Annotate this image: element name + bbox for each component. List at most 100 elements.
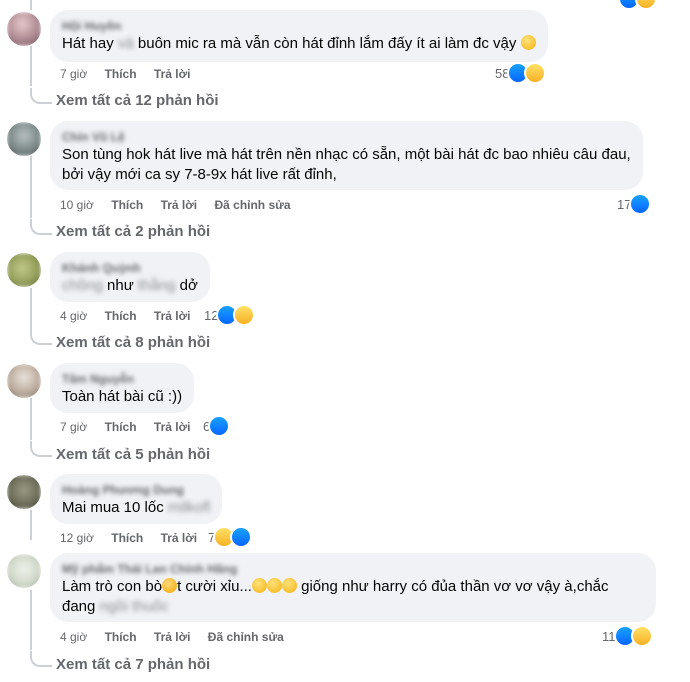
thread-line [30, 510, 32, 540]
comment-actions: 12 giờ Thích Trả lời [60, 530, 211, 546]
laughing-emoji-icon [281, 578, 297, 593]
comment-text-line: Son tùng hok hát live mà hát trên nền nh… [62, 146, 631, 163]
smirk-emoji-icon [162, 578, 178, 593]
like-link[interactable]: Thích [105, 629, 137, 645]
comment-bubble: Tâm Nguyễn Toàn hát bài cũ :)) [50, 363, 195, 413]
comment-actions: 7 giờ Thích Trả lời [60, 66, 204, 82]
reaction-summary[interactable]: 17 [617, 193, 652, 215]
comment-text: chồng như thằng dở [62, 276, 198, 296]
comment-time[interactable]: 7 giờ [60, 66, 87, 82]
thread-connector [30, 219, 52, 235]
comment-time[interactable]: 12 giờ [60, 530, 94, 546]
reply-link[interactable]: Trả lời [161, 530, 198, 546]
avatar[interactable] [7, 475, 41, 509]
like-link[interactable]: Thích [105, 419, 137, 435]
thread-line [30, 46, 32, 86]
comment-text-blurred: thằng [137, 277, 176, 294]
reply-link[interactable]: Trả lời [154, 419, 191, 435]
comment-text: Hát hay và buôn mic ra mà vẫn còn hát đỉ… [62, 34, 536, 54]
thread-line [30, 156, 32, 218]
commenter-name[interactable]: Mỹ phẩm Thái Lan Chính Hãng [62, 561, 644, 577]
comment-time[interactable]: 4 giờ [60, 308, 87, 324]
comment-text: Làm trò con bò t cười xỉu... giống như ha… [62, 577, 644, 617]
comment-text-line: đang ngồi thuốc [62, 597, 644, 617]
comment-text-part: dở [175, 277, 198, 294]
avatar-image [7, 364, 41, 398]
comment-time[interactable]: 4 giờ [60, 629, 87, 645]
comment-text-part: như [102, 277, 138, 294]
thread-line [30, 590, 32, 650]
comment-text-part: Mai mua 10 lốc [62, 499, 168, 516]
avatar-image [7, 122, 41, 156]
comment-text-line: Làm trò con bò t cười xỉu... giống như ha… [62, 577, 644, 597]
reply-link[interactable]: Trả lời [154, 629, 191, 645]
reaction-summary[interactable]: 7 [208, 526, 253, 548]
reaction-summary[interactable] [618, 0, 657, 10]
thread-line [30, 0, 32, 10]
view-replies-link[interactable]: Xem tất cả 12 phản hồi [56, 91, 219, 111]
comment-text-part: buôn mic ra mà vẫn còn hát đỉnh lắm đấy … [133, 35, 517, 52]
reply-link[interactable]: Trả lời [161, 197, 198, 213]
commenter-name[interactable]: Hoàng Phương Dung [62, 482, 210, 498]
thread-connector [30, 88, 52, 104]
like-reaction-icon [230, 526, 253, 548]
view-replies-link[interactable]: Xem tất cả 7 phản hồi [56, 655, 210, 675]
thread-connector [30, 329, 52, 345]
comment-text: Son tùng hok hát live mà hát trên nền nh… [62, 145, 631, 185]
avatar[interactable] [7, 12, 41, 46]
comment-text-part: đang [62, 598, 100, 615]
view-replies-link[interactable]: Xem tất cả 5 phản hồi [56, 445, 210, 465]
like-link[interactable]: Thích [105, 308, 137, 324]
avatar[interactable] [7, 122, 41, 156]
like-reaction-icon [208, 415, 231, 437]
comment-actions: 4 giờ Thích Trả lời [60, 308, 204, 324]
comment-time[interactable]: 7 giờ [60, 419, 87, 435]
comment-time[interactable]: 10 giờ [60, 197, 94, 213]
haha-reaction-icon [630, 625, 653, 647]
reaction-summary[interactable]: 11 [602, 625, 653, 647]
thread-connector [30, 441, 52, 457]
like-link[interactable]: Thích [111, 530, 143, 546]
comment-text-blurred: chồng [62, 277, 103, 294]
comment-bubble: Hội Huyền Hát hay và buôn mic ra mà vẫn … [50, 10, 548, 62]
reaction-summary[interactable]: 6 [203, 415, 231, 437]
view-replies-link[interactable]: Xem tất cả 2 phản hồi [56, 222, 210, 242]
reaction-summary[interactable]: 58 [495, 62, 547, 84]
commenter-name[interactable]: Hội Huyền [62, 18, 536, 34]
laughing-emoji-icon [266, 578, 282, 593]
comment-actions: 10 giờ Thích Trả lời Đã chỉnh sửa [60, 197, 305, 213]
comment-text-part: t cười xỉu... [177, 578, 252, 595]
comment-text-blurred: và [117, 35, 134, 52]
commenter-name[interactable]: Khánh Quỳnh [62, 260, 198, 276]
thread-connector [30, 651, 52, 667]
like-link[interactable]: Thích [111, 197, 143, 213]
comment-text: Mai mua 10 lốc milkofl [62, 498, 210, 518]
comment-text-part: Làm trò con bò [62, 578, 163, 595]
haha-reaction-icon [524, 62, 547, 84]
reply-link[interactable]: Trả lời [154, 308, 191, 324]
edited-label: Đã chỉnh sửa [214, 198, 291, 212]
avatar-image [7, 475, 41, 509]
reaction-summary[interactable]: 12 [204, 304, 256, 326]
view-replies-link[interactable]: Xem tất cả 8 phản hồi [56, 333, 210, 353]
comment-actions: 4 giờ Thích Trả lời Đã chỉnh sửa [60, 629, 298, 645]
like-link[interactable]: Thích [105, 66, 137, 82]
rofl-emoji-icon [520, 35, 536, 50]
comment-text-part: giống như harry có đủa thần vơ vơ vậy à,… [296, 578, 609, 595]
commenter-name[interactable]: Tâm Nguyễn [62, 371, 182, 387]
comment-text-part: Hát hay [62, 35, 118, 52]
reply-link[interactable]: Trả lời [154, 66, 191, 82]
haha-reaction-icon [635, 0, 657, 10]
comment-bubble: Hoàng Phương Dung Mai mua 10 lốc milkofl [50, 474, 223, 524]
commenter-name[interactable]: Chín Vũ Lệ [62, 129, 631, 145]
avatar[interactable] [7, 364, 41, 398]
laughing-emoji-icon [251, 578, 267, 593]
avatar-image [7, 12, 41, 46]
avatar[interactable] [7, 253, 41, 287]
comment-text-blurred: ngồi thuốc [99, 598, 169, 615]
avatar[interactable] [7, 554, 41, 588]
comment-bubble: Chín Vũ Lệ Son tùng hok hát live mà hát … [50, 121, 643, 190]
comment-bubble: Khánh Quỳnh chồng như thằng dở [50, 252, 210, 302]
comment-bubble: Mỹ phẩm Thái Lan Chính Hãng Làm trò con … [50, 553, 656, 622]
edited-label: Đã chỉnh sửa [207, 630, 284, 644]
